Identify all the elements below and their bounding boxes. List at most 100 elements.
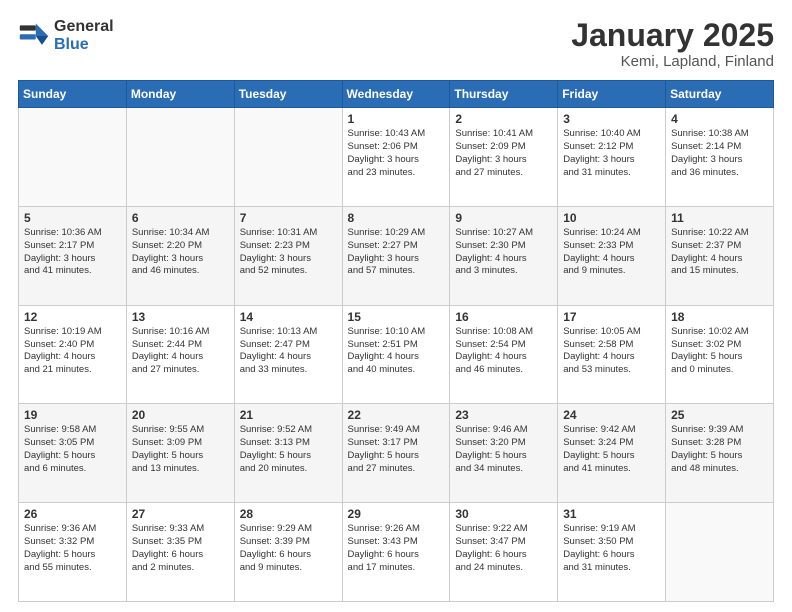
calendar-title: January 2025 <box>571 18 774 53</box>
day-number: 28 <box>240 507 337 521</box>
day-number: 12 <box>24 310 121 324</box>
calendar-cell: 19 Sunrise: 9:58 AM Sunset: 3:05 PM Dayli… <box>19 404 127 503</box>
day-info: Sunrise: 10:29 AM Sunset: 2:27 PM Daylig… <box>348 227 445 278</box>
day-info: Sunrise: 9:36 AM Sunset: 3:32 PM Dayligh… <box>24 523 121 574</box>
day-number: 22 <box>348 408 445 422</box>
calendar-cell: 25 Sunrise: 9:39 AM Sunset: 3:28 PM Dayli… <box>666 404 774 503</box>
day-info: Sunrise: 10:13 AM Sunset: 2:47 PM Daylig… <box>240 326 337 377</box>
day-info: Sunrise: 9:26 AM Sunset: 3:43 PM Dayligh… <box>348 523 445 574</box>
day-info: Sunrise: 9:42 AM Sunset: 3:24 PM Dayligh… <box>563 424 660 475</box>
calendar-cell: 6Sunrise: 10:34 AM Sunset: 2:20 PM Dayli… <box>126 206 234 305</box>
day-number: 24 <box>563 408 660 422</box>
calendar-cell: 12 Sunrise: 10:19 AM Sunset: 2:40 PM Dayl… <box>19 305 127 404</box>
day-number: 15 <box>348 310 445 324</box>
calendar-body: 1Sunrise: 10:43 AM Sunset: 2:06 PM Dayli… <box>19 108 774 602</box>
day-number: 25 <box>671 408 768 422</box>
day-number: 8 <box>348 211 445 225</box>
calendar-cell: 14 Sunrise: 10:13 AM Sunset: 2:47 PM Dayl… <box>234 305 342 404</box>
calendar-cell <box>666 503 774 602</box>
col-saturday: Saturday <box>666 81 774 108</box>
col-thursday: Thursday <box>450 81 558 108</box>
calendar-cell: 28 Sunrise: 9:29 AM Sunset: 3:39 PM Dayli… <box>234 503 342 602</box>
day-number: 4 <box>671 112 768 126</box>
day-info: Sunrise: 10:22 AM Sunset: 2:37 PM Daylig… <box>671 227 768 278</box>
calendar-cell: 11Sunrise: 10:22 AM Sunset: 2:37 PM Dayl… <box>666 206 774 305</box>
logo-text: General Blue <box>54 18 114 53</box>
day-info: Sunrise: 9:29 AM Sunset: 3:39 PM Dayligh… <box>240 523 337 574</box>
calendar-cell <box>234 108 342 207</box>
day-info: Sunrise: 10:16 AM Sunset: 2:44 PM Daylig… <box>132 326 229 377</box>
calendar-cell: 30 Sunrise: 9:22 AM Sunset: 3:47 PM Dayli… <box>450 503 558 602</box>
calendar-cell: 4Sunrise: 10:38 AM Sunset: 2:14 PM Dayli… <box>666 108 774 207</box>
calendar-cell: 18 Sunrise: 10:02 AM Sunset: 3:02 PM Dayl… <box>666 305 774 404</box>
day-number: 23 <box>455 408 552 422</box>
day-number: 21 <box>240 408 337 422</box>
day-info: Sunrise: 10:40 AM Sunset: 2:12 PM Daylig… <box>563 128 660 179</box>
day-info: Sunrise: 9:58 AM Sunset: 3:05 PM Dayligh… <box>24 424 121 475</box>
day-number: 6 <box>132 211 229 225</box>
day-info: Sunrise: 10:41 AM Sunset: 2:09 PM Daylig… <box>455 128 552 179</box>
day-number: 17 <box>563 310 660 324</box>
calendar-week-5: 26Sunrise: 9:36 AM Sunset: 3:32 PM Dayli… <box>19 503 774 602</box>
day-info: Sunrise: 10:24 AM Sunset: 2:33 PM Daylig… <box>563 227 660 278</box>
page: General Blue January 2025 Kemi, Lapland,… <box>0 0 792 612</box>
day-number: 14 <box>240 310 337 324</box>
logo-general-text: General <box>54 18 114 36</box>
day-info: Sunrise: 10:19 AM Sunset: 2:40 PM Daylig… <box>24 326 121 377</box>
calendar-cell: 2 Sunrise: 10:41 AM Sunset: 2:09 PM Dayli… <box>450 108 558 207</box>
calendar-cell: 10 Sunrise: 10:24 AM Sunset: 2:33 PM Dayl… <box>558 206 666 305</box>
calendar-week-2: 5 Sunrise: 10:36 AM Sunset: 2:17 PM Dayli… <box>19 206 774 305</box>
day-number: 16 <box>455 310 552 324</box>
calendar-cell: 31 Sunrise: 9:19 AM Sunset: 3:50 PM Dayli… <box>558 503 666 602</box>
day-number: 27 <box>132 507 229 521</box>
calendar-cell: 22Sunrise: 9:49 AM Sunset: 3:17 PM Dayli… <box>342 404 450 503</box>
calendar-cell: 8 Sunrise: 10:29 AM Sunset: 2:27 PM Dayli… <box>342 206 450 305</box>
day-number: 5 <box>24 211 121 225</box>
calendar-cell <box>126 108 234 207</box>
calendar-week-1: 1Sunrise: 10:43 AM Sunset: 2:06 PM Dayli… <box>19 108 774 207</box>
calendar-cell: 1Sunrise: 10:43 AM Sunset: 2:06 PM Dayli… <box>342 108 450 207</box>
calendar-cell: 26Sunrise: 9:36 AM Sunset: 3:32 PM Dayli… <box>19 503 127 602</box>
calendar-cell: 7Sunrise: 10:31 AM Sunset: 2:23 PM Dayli… <box>234 206 342 305</box>
calendar-cell: 24 Sunrise: 9:42 AM Sunset: 3:24 PM Dayli… <box>558 404 666 503</box>
day-number: 30 <box>455 507 552 521</box>
col-sunday: Sunday <box>19 81 127 108</box>
calendar-table: Sunday Monday Tuesday Wednesday Thursday… <box>18 80 774 602</box>
calendar-cell: 20Sunrise: 9:55 AM Sunset: 3:09 PM Dayli… <box>126 404 234 503</box>
col-tuesday: Tuesday <box>234 81 342 108</box>
calendar-cell <box>19 108 127 207</box>
calendar-cell: 16Sunrise: 10:08 AM Sunset: 2:54 PM Dayl… <box>450 305 558 404</box>
day-info: Sunrise: 10:27 AM Sunset: 2:30 PM Daylig… <box>455 227 552 278</box>
day-info: Sunrise: 10:10 AM Sunset: 2:51 PM Daylig… <box>348 326 445 377</box>
day-info: Sunrise: 9:22 AM Sunset: 3:47 PM Dayligh… <box>455 523 552 574</box>
calendar-cell: 21Sunrise: 9:52 AM Sunset: 3:13 PM Dayli… <box>234 404 342 503</box>
logo-icon <box>18 20 50 52</box>
day-number: 18 <box>671 310 768 324</box>
day-number: 31 <box>563 507 660 521</box>
calendar-cell: 3Sunrise: 10:40 AM Sunset: 2:12 PM Dayli… <box>558 108 666 207</box>
day-info: Sunrise: 9:19 AM Sunset: 3:50 PM Dayligh… <box>563 523 660 574</box>
day-number: 10 <box>563 211 660 225</box>
day-info: Sunrise: 10:36 AM Sunset: 2:17 PM Daylig… <box>24 227 121 278</box>
day-info: Sunrise: 9:39 AM Sunset: 3:28 PM Dayligh… <box>671 424 768 475</box>
day-number: 1 <box>348 112 445 126</box>
header-row: Sunday Monday Tuesday Wednesday Thursday… <box>19 81 774 108</box>
calendar-cell: 15 Sunrise: 10:10 AM Sunset: 2:51 PM Dayl… <box>342 305 450 404</box>
day-info: Sunrise: 9:33 AM Sunset: 3:35 PM Dayligh… <box>132 523 229 574</box>
calendar-cell: 13Sunrise: 10:16 AM Sunset: 2:44 PM Dayl… <box>126 305 234 404</box>
day-info: Sunrise: 10:02 AM Sunset: 3:02 PM Daylig… <box>671 326 768 377</box>
day-number: 2 <box>455 112 552 126</box>
calendar-week-3: 12 Sunrise: 10:19 AM Sunset: 2:40 PM Dayl… <box>19 305 774 404</box>
day-number: 20 <box>132 408 229 422</box>
calendar-cell: 17 Sunrise: 10:05 AM Sunset: 2:58 PM Dayl… <box>558 305 666 404</box>
col-wednesday: Wednesday <box>342 81 450 108</box>
day-number: 29 <box>348 507 445 521</box>
calendar-cell: 27 Sunrise: 9:33 AM Sunset: 3:35 PM Dayli… <box>126 503 234 602</box>
calendar-header: Sunday Monday Tuesday Wednesday Thursday… <box>19 81 774 108</box>
col-monday: Monday <box>126 81 234 108</box>
title-block: January 2025 Kemi, Lapland, Finland <box>571 18 774 70</box>
day-number: 19 <box>24 408 121 422</box>
calendar-cell: 29 Sunrise: 9:26 AM Sunset: 3:43 PM Dayli… <box>342 503 450 602</box>
day-info: Sunrise: 10:05 AM Sunset: 2:58 PM Daylig… <box>563 326 660 377</box>
day-info: Sunrise: 9:46 AM Sunset: 3:20 PM Dayligh… <box>455 424 552 475</box>
